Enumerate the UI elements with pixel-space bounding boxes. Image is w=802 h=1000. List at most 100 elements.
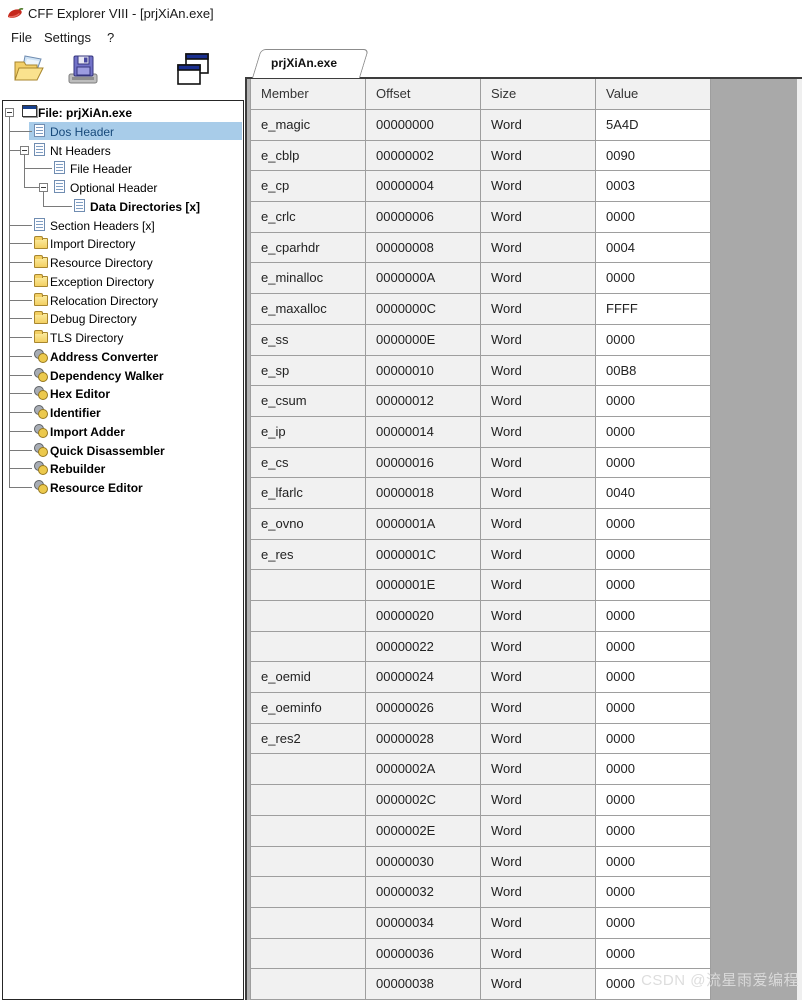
cell-size: Word [481,754,596,784]
cell-value[interactable]: 0000 [596,509,711,539]
cell-value[interactable]: 0000 [596,847,711,877]
tree-item-quick-disassembler[interactable]: Quick Disassembler [3,441,243,460]
cell-value[interactable]: 0000 [596,816,711,846]
scrollbar-track[interactable] [797,79,802,1000]
menu-settings[interactable]: Settings [40,28,95,47]
cell-value[interactable]: 0000 [596,724,711,754]
tree-item-file-prjxian-exe[interactable]: File: prjXiAn.exe [3,103,243,122]
tab-prjxian-exe[interactable]: prjXiAn.exe [248,49,360,78]
menu-file[interactable]: File [7,28,36,47]
cell-member: e_ovno [251,509,366,539]
cell-value[interactable]: 0000 [596,754,711,784]
dos-header-table: MemberOffsetSizeValue e_magic00000000Wor… [250,79,711,1000]
tree-item-data-directories-x[interactable]: Data Directories [x] [3,197,243,216]
cell-size: Word [481,478,596,508]
tree-item-section-headers-x[interactable]: Section Headers [x] [3,216,243,235]
cell-value[interactable]: 0000 [596,570,711,600]
cell-value[interactable]: 0000 [596,632,711,662]
cell-offset: 00000024 [366,662,481,692]
table-row: 00000030Word0000 [251,847,711,878]
cell-member: e_magic [251,110,366,140]
cell-value[interactable]: 0090 [596,141,711,171]
header-document-icon [54,161,65,174]
tree-connector-stub [9,131,32,132]
cell-value[interactable]: 0000 [596,417,711,447]
cell-member [251,816,366,846]
tree-connector-stub [9,243,32,244]
cell-value[interactable]: 00B8 [596,356,711,386]
table-row: e_res200000028Word0000 [251,724,711,755]
windows-button[interactable] [172,50,212,90]
tree-item-dos-header[interactable]: Dos Header [3,122,243,141]
cell-value[interactable]: 0000 [596,877,711,907]
table-row: e_oemid00000024Word0000 [251,662,711,693]
tree-connector-stub [9,450,32,451]
tree-item-identifier[interactable]: Identifier [3,403,243,422]
cell-offset: 00000036 [366,939,481,969]
cell-size: Word [481,601,596,631]
tree-connector-stub [9,318,32,319]
cell-size: Word [481,356,596,386]
mdi-background [711,79,797,1000]
tree-item-resource-editor[interactable]: Resource Editor [3,478,243,497]
cell-offset: 00000034 [366,908,481,938]
app-window: CFF Explorer VIII - [prjXiAn.exe] FileSe… [0,0,802,1000]
cell-value[interactable]: 0000 [596,325,711,355]
cell-size: Word [481,233,596,263]
cell-member: e_minalloc [251,263,366,293]
tree-item-rebuilder[interactable]: Rebuilder [3,459,243,478]
cell-value[interactable]: 0000 [596,540,711,570]
tree-item-exception-directory[interactable]: Exception Directory [3,272,243,291]
menu-help[interactable]: ? [103,28,118,47]
save-file-button[interactable] [63,50,103,90]
tree-item-relocation-directory[interactable]: Relocation Directory [3,291,243,310]
cell-member: e_cparhdr [251,233,366,263]
cell-value[interactable]: 0004 [596,233,711,263]
cell-value[interactable]: 0000 [596,693,711,723]
tree-connector-stub [24,168,52,169]
tree-item-file-header[interactable]: File Header [3,159,243,178]
tree-collapse-icon[interactable] [5,108,14,117]
cell-offset: 0000002C [366,785,481,815]
tree-connector-stub [9,431,32,432]
directory-folder-icon [34,238,48,249]
tree-connector-stub [9,262,32,263]
cell-offset: 00000026 [366,693,481,723]
cell-value[interactable]: FFFF [596,294,711,324]
cell-value[interactable]: 0000 [596,662,711,692]
cell-offset: 00000018 [366,478,481,508]
tree-collapse-icon[interactable] [39,183,48,192]
cell-offset: 00000008 [366,233,481,263]
table-row: 00000032Word0000 [251,877,711,908]
header-document-icon [34,143,45,156]
column-header-offset: Offset [366,79,481,109]
open-file-button[interactable] [11,50,51,90]
tree-item-import-directory[interactable]: Import Directory [3,234,243,253]
cell-value[interactable]: 5A4D [596,110,711,140]
tree-item-import-adder[interactable]: Import Adder [3,422,243,441]
tree-item-debug-directory[interactable]: Debug Directory [3,309,243,328]
cell-value[interactable]: 0000 [596,386,711,416]
cell-offset: 00000016 [366,448,481,478]
cell-value[interactable]: 0000 [596,448,711,478]
cell-value[interactable]: 0000 [596,263,711,293]
tree-item-nt-headers[interactable]: Nt Headers [3,141,243,160]
tree-item-resource-directory[interactable]: Resource Directory [3,253,243,272]
cell-value[interactable]: 0000 [596,939,711,969]
cell-value[interactable]: 0000 [596,785,711,815]
cell-value[interactable]: 0040 [596,478,711,508]
save-floppy-icon [63,50,103,90]
tree-item-address-converter[interactable]: Address Converter [3,347,243,366]
tree-item-dependency-walker[interactable]: Dependency Walker [3,366,243,385]
tree-item-optional-header[interactable]: Optional Header [3,178,243,197]
cell-value[interactable]: 0000 [596,601,711,631]
cell-value[interactable]: 0000 [596,202,711,232]
cell-value[interactable]: 0000 [596,908,711,938]
tree-item-hex-editor[interactable]: Hex Editor [3,384,243,403]
cell-member [251,601,366,631]
tree-item-tls-directory[interactable]: TLS Directory [3,328,243,347]
cell-value[interactable]: 0003 [596,171,711,201]
table-row: e_csum00000012Word0000 [251,386,711,417]
tree-collapse-icon[interactable] [20,146,29,155]
cell-member [251,632,366,662]
